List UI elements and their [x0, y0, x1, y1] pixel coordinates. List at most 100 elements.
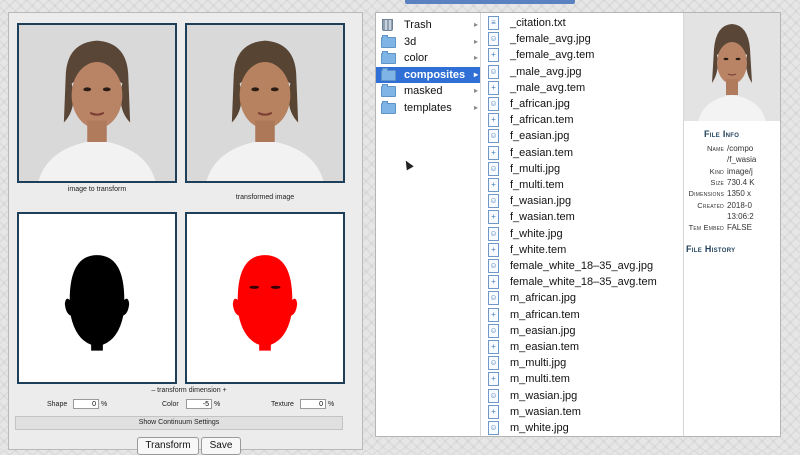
file-info-row: Dimensions 1350 x	[684, 188, 780, 199]
folder-item-composites[interactable]: composites ▸	[376, 66, 480, 83]
file-label: f_wasian.tem	[510, 211, 575, 224]
mask-box-right[interactable]	[185, 212, 345, 384]
file-item[interactable]: + f_white.tem	[483, 242, 683, 258]
mask-box-left[interactable]	[17, 212, 177, 384]
image-file-icon-glyph: ☺	[489, 261, 498, 270]
folder-item-trash[interactable]: Trash ▸	[376, 17, 480, 33]
transform-values-row: Shape % Color % Texture %	[9, 398, 364, 412]
file-label: f_multi.tem	[510, 179, 564, 191]
save-button[interactable]: Save	[201, 437, 241, 455]
folder-item-3d[interactable]: 3d ▸	[376, 34, 480, 50]
folder-item-masked[interactable]: masked ▸	[376, 83, 480, 99]
file-info-row: Created 2018-0	[684, 200, 780, 211]
file-info-key: Name	[706, 144, 724, 153]
image-file-icon-glyph: ☺	[489, 66, 498, 76]
file-label: female_white_18–35_avg.jpg	[510, 260, 654, 272]
window-top-strip	[405, 0, 575, 4]
file-item[interactable]: + female_white_18–35_avg.tem	[483, 274, 683, 290]
file-item[interactable]: ☺ f_wasian.jpg	[483, 193, 683, 209]
black-head-mask	[19, 214, 175, 382]
image-file-icon-glyph: ☺	[489, 196, 498, 206]
color-label: Color	[162, 401, 179, 408]
file-item[interactable]: + m_easian.tem	[483, 339, 683, 355]
file-item[interactable]: ☺ f_african.jpg	[483, 96, 683, 112]
file-item[interactable]: + _female_avg.tem	[483, 47, 683, 63]
template-file-icon: +	[488, 404, 499, 419]
file-item[interactable]: + f_wasian.tem	[483, 209, 683, 225]
folder-label: color	[404, 52, 428, 64]
image-file-icon-glyph: ☺	[489, 131, 498, 141]
transform-button[interactable]: Transform	[137, 437, 199, 455]
shape-label: Shape	[47, 401, 68, 408]
image-file-icon-glyph: ☺	[489, 325, 498, 335]
file-info-row: Name/compo	[684, 143, 780, 154]
image-file-icon: ☺	[488, 97, 499, 111]
file-info-row: 13:06:2	[684, 211, 780, 222]
file-item[interactable]: ☺ f_multi.jpg	[483, 161, 683, 177]
file-item[interactable]: ☺ m_wasian.jpg	[483, 388, 683, 404]
file-label: f_african.jpg	[510, 98, 570, 110]
file-item[interactable]: ☺ _male_avg.jpg	[483, 64, 683, 80]
template-file-icon-glyph: +	[491, 374, 496, 384]
image-file-icon-glyph: ☺	[489, 34, 498, 44]
folder-icon	[381, 34, 396, 48]
file-item[interactable]: ☺ m_african.jpg	[483, 290, 683, 306]
file-item[interactable]: ☺ m_multi.jpg	[483, 355, 683, 371]
image-file-icon: ☺	[488, 388, 499, 403]
texture-label: Texture	[271, 401, 294, 408]
file-info-value: /compo	[727, 144, 754, 153]
file-info-value: FALSE	[727, 223, 752, 233]
file-item[interactable]: + f_african.tem	[483, 112, 683, 128]
show-continuum-settings[interactable]: Show Continuum Settings	[15, 416, 343, 430]
file-item[interactable]: + f_easian.tem	[483, 145, 683, 161]
template-file-icon-glyph: +	[491, 309, 496, 319]
file-info-key: Created	[697, 200, 724, 210]
file-item[interactable]: ≡ _citation.txt	[483, 15, 683, 31]
template-file-icon-glyph: +	[491, 50, 496, 60]
shape-unit: %	[101, 401, 108, 408]
file-label: m_wasian.tem	[510, 405, 581, 418]
trash-icon	[382, 19, 393, 31]
folder-icon	[381, 100, 396, 114]
file-label: _male_avg.tem	[510, 81, 586, 94]
file-item[interactable]: + m_wasian.tem	[483, 404, 683, 420]
chevron-right-icon: ▸	[473, 20, 478, 29]
file-item[interactable]: + _male_avg.tem	[483, 80, 683, 96]
transform-panel: image to transform transformed image – t…	[8, 12, 364, 455]
folder-icon	[381, 51, 396, 64]
shape-input[interactable]	[73, 399, 99, 409]
file-item[interactable]: + m_african.tem	[483, 307, 683, 323]
image-to-transform-drop[interactable]	[17, 23, 177, 183]
folder-item-color[interactable]: color ▸	[376, 50, 480, 66]
file-info-key: Size	[710, 177, 724, 187]
texture-input[interactable]	[300, 399, 326, 409]
preview-face-photo	[684, 13, 780, 121]
file-item[interactable]: ☺ _female_avg.jpg	[483, 31, 683, 47]
file-history-title[interactable]: File History	[686, 244, 735, 254]
file-label: _citation.txt	[510, 17, 566, 29]
template-file-icon-glyph: +	[491, 342, 496, 351]
file-item[interactable]: + f_multi.tem	[483, 177, 683, 193]
template-file-icon: +	[488, 210, 499, 225]
file-info-value: image/j	[727, 166, 753, 176]
file-item[interactable]: ☺ m_easian.jpg	[483, 323, 683, 339]
color-unit: %	[214, 401, 221, 408]
file-item[interactable]: ☺ m_white.jpg	[483, 420, 683, 436]
file-item[interactable]: ☺ f_white.jpg	[483, 226, 683, 242]
file-label: female_white_18–35_avg.tem	[510, 276, 657, 289]
folder-item-templates[interactable]: templates ▸	[376, 100, 480, 116]
image-file-icon: ☺	[488, 64, 499, 79]
file-info-value: 2018-0	[727, 200, 752, 210]
red-head-mask	[187, 214, 343, 382]
file-item[interactable]: + m_multi.tem	[483, 371, 683, 387]
file-item[interactable]: ☺ f_easian.jpg	[483, 128, 683, 144]
template-file-icon-glyph: +	[491, 147, 496, 157]
file-item[interactable]: ☺ female_white_18–35_avg.jpg	[483, 258, 683, 274]
template-file-icon-glyph: +	[491, 406, 496, 416]
template-file-icon-glyph: +	[491, 180, 496, 189]
color-input[interactable]	[186, 399, 212, 409]
file-info-key: Dimensions	[688, 189, 724, 199]
file-label: _female_avg.tem	[510, 49, 595, 62]
transformed-image-box[interactable]	[185, 23, 345, 183]
file-browser: Trash ▸ 3d ▸ color ▸ composites ▸ masked ▸ templat…	[375, 12, 781, 437]
